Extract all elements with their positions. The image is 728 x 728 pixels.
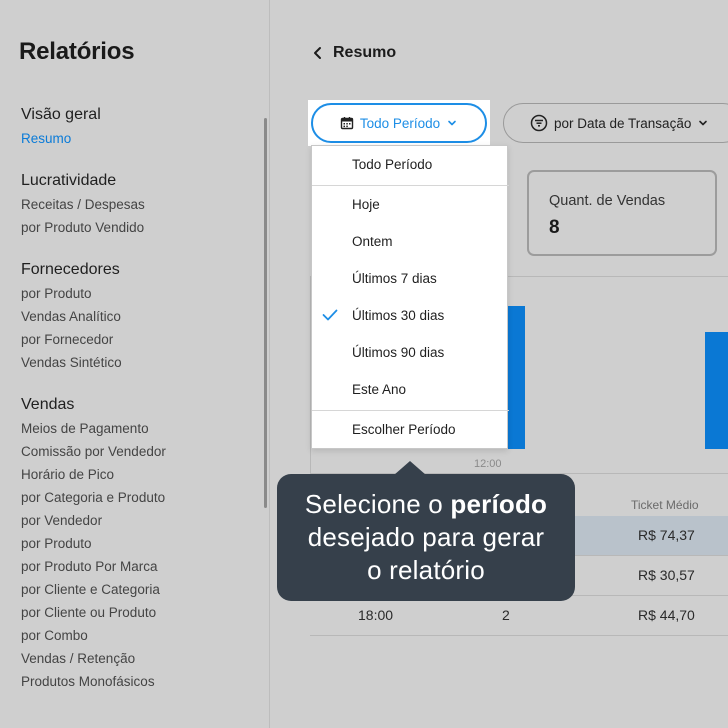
sidebar-group-fornecedores: Fornecedores (21, 261, 120, 278)
sales-count-value: 8 (549, 217, 560, 238)
chevron-down-icon (448, 120, 456, 126)
tooltip-text: Selecione o período desejado para gerar … (277, 488, 575, 587)
ticket-cell: R$ 44,70 (638, 607, 695, 623)
date-type-filter-label: por Data de Transação (554, 115, 692, 131)
menu-item-todo-periodo[interactable]: Todo Período (352, 157, 432, 172)
sidebar-title: Relatórios (19, 38, 135, 65)
calendar-icon (340, 117, 354, 130)
sidebar-item-produto-marca[interactable]: por Produto Por Marca (21, 559, 158, 574)
x-tick-label: 12:00 (474, 458, 502, 470)
menu-item-ultimos-30-dias[interactable]: Últimos 30 dias (352, 308, 444, 323)
check-icon (322, 309, 338, 321)
tooltip-arrow (394, 461, 426, 475)
sidebar-item-por-combo[interactable]: por Combo (21, 628, 88, 643)
menu-divider (312, 185, 509, 186)
tooltip-line1-bold: período (450, 489, 548, 519)
tutorial-tooltip: Selecione o período desejado para gerar … (277, 474, 575, 601)
sidebar-item-vendas-analitico[interactable]: Vendas Analítico (21, 309, 121, 324)
sidebar-item-vendas-sintetico[interactable]: Vendas Sintético (21, 355, 122, 370)
hour-cell: 18:00 (358, 607, 394, 623)
sales-count-card: Quant. de Vendas 8 (527, 170, 717, 256)
tooltip-line1-prefix: Selecione o (304, 489, 451, 519)
sidebar-item-cliente-categoria[interactable]: por Cliente e Categoria (21, 582, 160, 597)
sidebar-item-por-fornecedor[interactable]: por Fornecedor (21, 332, 113, 347)
sidebar-item-vendas-por-produto[interactable]: por Produto (21, 536, 92, 551)
menu-item-este-ano[interactable]: Este Ano (352, 382, 406, 397)
sidebar-item-produtos-monofasicos[interactable]: Produtos Monofásicos (21, 674, 155, 689)
sidebar-scrollbar[interactable] (264, 118, 267, 508)
period-dropdown-menu: Todo Período Hoje Ontem Últimos 7 dias Ú… (311, 145, 509, 449)
tooltip-line2: desejado para gerar (307, 522, 545, 552)
table-row: 18:00 2 R$ 44,70 (310, 596, 728, 636)
sidebar-item-categoria-produto[interactable]: por Categoria e Produto (21, 490, 165, 505)
menu-item-escolher-periodo[interactable]: Escolher Período (352, 422, 456, 437)
period-filter-label: Todo Período (359, 115, 441, 131)
period-filter-button[interactable]: Todo Período (311, 103, 487, 143)
sidebar-item-comissao-vendedor[interactable]: Comissão por Vendedor (21, 444, 166, 459)
sidebar-item-por-vendedor[interactable]: por Vendedor (21, 513, 102, 528)
sidebar-group-vendas: Vendas (21, 396, 75, 413)
menu-item-hoje[interactable]: Hoje (352, 197, 380, 212)
sidebar-item-forn-por-produto[interactable]: por Produto (21, 286, 92, 301)
sidebar-item-resumo[interactable]: Resumo (21, 131, 71, 146)
chart-bar-1 (507, 306, 525, 449)
sidebar-item-cliente-produto[interactable]: por Cliente ou Produto (21, 605, 156, 620)
ticket-cell: R$ 74,37 (638, 527, 695, 543)
qty-cell: 2 (502, 607, 510, 623)
ticket-cell: R$ 30,57 (638, 567, 695, 583)
sales-count-label: Quant. de Vendas (549, 193, 666, 209)
tooltip-line3: o relatório (367, 555, 485, 585)
chevron-down-icon (699, 120, 708, 126)
date-type-filter-button[interactable]: por Data de Transação (503, 103, 728, 143)
sidebar-item-receitas-despesas[interactable]: Receitas / Despesas (21, 197, 145, 212)
sidebar-item-por-produto-vendido[interactable]: por Produto Vendido (21, 220, 144, 235)
sidebar-item-horario-pico[interactable]: Horário de Pico (21, 467, 114, 482)
chart-bar-2 (705, 332, 728, 449)
filter-icon (530, 114, 548, 132)
sidebar-group-lucratividade: Lucratividade (21, 172, 117, 189)
menu-item-ontem[interactable]: Ontem (352, 234, 393, 249)
sidebar: Relatórios Visão geral Resumo Lucrativid… (0, 0, 270, 728)
menu-item-ultimos-90-dias[interactable]: Últimos 90 dias (352, 345, 444, 360)
page-title: Resumo (333, 44, 397, 61)
sidebar-item-vendas-retencao[interactable]: Vendas / Retenção (21, 651, 135, 666)
ticket-column-header: Ticket Médio (631, 498, 699, 512)
menu-divider (312, 410, 509, 411)
chevron-left-icon[interactable] (311, 45, 325, 61)
sidebar-item-meios-pagamento[interactable]: Meios de Pagamento (21, 421, 149, 436)
sidebar-group-visao-geral: Visão geral (21, 106, 101, 123)
menu-item-ultimos-7-dias[interactable]: Últimos 7 dias (352, 271, 437, 286)
